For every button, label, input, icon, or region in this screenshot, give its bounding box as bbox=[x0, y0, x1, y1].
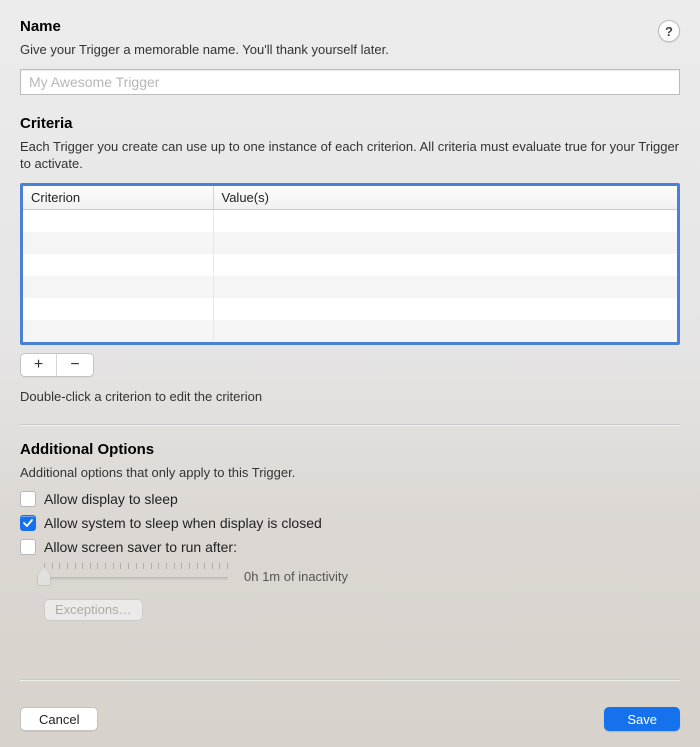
column-values[interactable]: Value(s) bbox=[213, 186, 677, 210]
allow-screensaver-checkbox[interactable] bbox=[20, 539, 36, 555]
screensaver-delay-slider bbox=[44, 563, 228, 589]
table-row[interactable] bbox=[23, 232, 677, 254]
allow-display-sleep-label: Allow display to sleep bbox=[44, 491, 178, 507]
minus-icon: − bbox=[70, 357, 79, 373]
criteria-table[interactable]: Criterion Value(s) bbox=[20, 183, 680, 345]
divider bbox=[20, 679, 680, 680]
divider bbox=[20, 424, 680, 425]
options-title: Additional Options bbox=[20, 441, 680, 458]
criteria-title: Criteria bbox=[20, 115, 680, 132]
table-row[interactable] bbox=[23, 320, 677, 342]
remove-criterion-button[interactable]: − bbox=[57, 354, 93, 376]
table-row[interactable] bbox=[23, 210, 677, 232]
slider-thumb-icon bbox=[37, 568, 51, 586]
trigger-name-input[interactable] bbox=[20, 69, 680, 95]
table-row[interactable] bbox=[23, 298, 677, 320]
table-row[interactable] bbox=[23, 276, 677, 298]
allow-system-sleep-label: Allow system to sleep when display is cl… bbox=[44, 515, 322, 531]
table-row[interactable] bbox=[23, 254, 677, 276]
name-title: Name bbox=[20, 18, 680, 35]
criteria-desc: Each Trigger you create can use up to on… bbox=[20, 138, 680, 173]
plus-icon: + bbox=[34, 357, 43, 373]
column-criterion[interactable]: Criterion bbox=[23, 186, 213, 210]
criteria-hint: Double-click a criterion to edit the cri… bbox=[20, 389, 680, 404]
options-desc: Additional options that only apply to th… bbox=[20, 464, 680, 482]
allow-system-sleep-checkbox[interactable] bbox=[20, 515, 36, 531]
save-button[interactable]: Save bbox=[604, 707, 680, 731]
cancel-button[interactable]: Cancel bbox=[20, 707, 98, 731]
exceptions-button: Exceptions… bbox=[44, 599, 143, 621]
add-criterion-button[interactable]: + bbox=[21, 354, 57, 376]
allow-screensaver-label: Allow screen saver to run after: bbox=[44, 539, 237, 555]
allow-display-sleep-checkbox[interactable] bbox=[20, 491, 36, 507]
name-desc: Give your Trigger a memorable name. You'… bbox=[20, 41, 680, 59]
screensaver-delay-value: 0h 1m of inactivity bbox=[244, 569, 348, 584]
